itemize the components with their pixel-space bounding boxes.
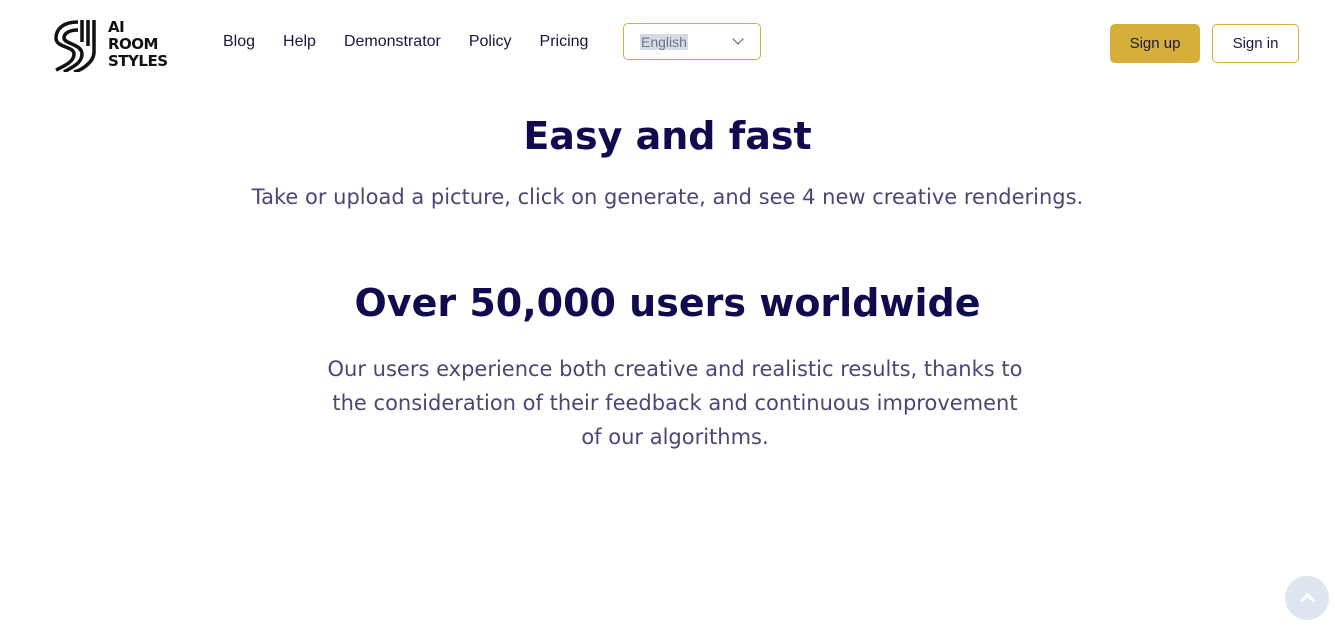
logo-mark-icon	[54, 20, 96, 72]
logo[interactable]: AI ROOM STYLES	[52, 16, 168, 72]
logo-line: ROOM	[108, 34, 158, 53]
logo-line: STYLES	[108, 51, 168, 70]
section-title: Over 50,000 users worldwide	[354, 281, 981, 325]
chevron-down-icon	[732, 33, 744, 45]
language-select[interactable]: English	[623, 23, 761, 60]
nav-blog[interactable]: Blog	[223, 33, 255, 51]
nav-pricing[interactable]: Pricing	[540, 33, 589, 51]
nav-demonstrator[interactable]: Demonstrator	[344, 33, 441, 51]
logo-line: AI	[108, 17, 125, 36]
section-text: Take or upload a picture, click on gener…	[251, 185, 1084, 209]
sign-in-button[interactable]: Sign in	[1212, 24, 1299, 63]
section-title: Easy and fast	[523, 114, 812, 158]
nav-policy[interactable]: Policy	[469, 33, 512, 51]
nav-help[interactable]: Help	[283, 33, 316, 51]
chevron-up-icon	[1299, 592, 1316, 609]
section-text: Our users experience both creative and r…	[327, 357, 1023, 449]
scroll-to-top-button[interactable]	[1285, 576, 1329, 620]
main-nav: Blog Help Demonstrator Policy Pricing	[223, 33, 616, 51]
language-value: English	[640, 34, 688, 50]
logo-text: AI ROOM STYLES	[108, 17, 168, 70]
sign-up-button[interactable]: Sign up	[1110, 24, 1200, 63]
